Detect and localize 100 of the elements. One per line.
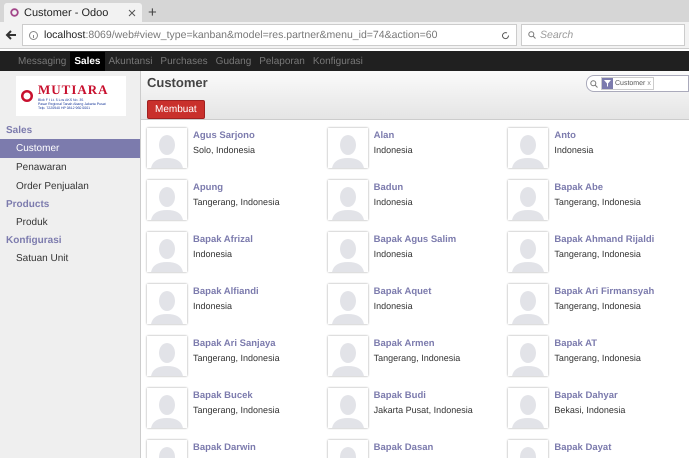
customer-name: Bapak Darwin (193, 442, 256, 453)
customer-location: Bekasi, Indonesia (554, 405, 626, 415)
customer-card[interactable]: Bapak Abe Tangerang, Indonesia (508, 180, 689, 220)
customer-name: Bapak Budi (374, 390, 427, 401)
avatar-silhouette-icon (147, 284, 187, 324)
page-title: Customer (147, 75, 208, 90)
avatar-silhouette-icon (147, 336, 187, 376)
customer-location: Indonesia (374, 249, 414, 259)
menu-item[interactable]: Akuntansi (104, 52, 156, 70)
customer-card[interactable]: Bapak Ahmand Rijaldi Tangerang, Indonesia (508, 232, 689, 272)
browser-tab[interactable]: Customer - Odoo (4, 3, 142, 22)
customer-card[interactable]: Agus Sarjono Solo, Indonesia (147, 128, 328, 168)
reload-icon[interactable] (501, 30, 510, 40)
customer-name: Bapak Alfiandi (193, 286, 259, 297)
customer-card[interactable]: Alan Indonesia (328, 128, 508, 168)
customer-location: Tangerang, Indonesia (193, 197, 280, 207)
customer-location: Tangerang, Indonesia (554, 249, 642, 259)
customer-name: Bapak Dasan (374, 442, 434, 453)
customer-location: Tangerang, Indonesia (374, 353, 460, 363)
customer-card[interactable]: Bapak Ari Sanjaya Tangerang, Indonesia (147, 336, 328, 376)
customer-location: Indonesia (374, 145, 413, 155)
customer-name: Bapak Dayat (554, 442, 612, 453)
customer-card[interactable]: Bapak Agus Salim Indonesia (328, 232, 508, 272)
avatar-silhouette-icon (147, 180, 187, 220)
avatar-silhouette-icon (508, 180, 548, 220)
customer-location: Jakarta Pusat, Indonesia (374, 405, 473, 415)
sidebar-item[interactable]: Order Penjualan (0, 177, 140, 196)
avatar-silhouette-icon (328, 388, 368, 428)
avatar-silhouette-icon (328, 336, 368, 376)
customer-location: Tangerang, Indonesia (554, 301, 642, 311)
customer-card[interactable]: Bapak Ari Firmansyah Tangerang, Indonesia (508, 284, 689, 324)
customer-location: Indonesia (374, 301, 414, 311)
logo-name: MUTIARA (38, 82, 109, 98)
customer-card[interactable]: Anto Indonesia (508, 128, 689, 168)
sidebar-heading: Sales (5, 124, 34, 138)
customer-location: Solo, Indonesia (193, 145, 256, 155)
avatar-silhouette-icon (508, 284, 548, 324)
sidebar-heading: Products (5, 198, 50, 212)
avatar-silhouette-icon (328, 180, 368, 220)
back-arrow-icon[interactable] (4, 28, 18, 42)
avatar-silhouette-icon (508, 336, 548, 376)
sidebar-item[interactable]: Customer (0, 139, 140, 158)
customer-name: Bapak Abe (554, 182, 604, 193)
customer-name: Bapak Afrizal (193, 234, 253, 245)
customer-card[interactable]: Bapak AT Tangerang, Indonesia (508, 336, 689, 376)
sidebar-item[interactable]: Satuan Unit (0, 249, 140, 268)
customer-card[interactable]: Bapak Alfiandi Indonesia (147, 284, 328, 324)
customer-card[interactable]: Bapak Aquet Indonesia (328, 284, 508, 324)
menu-item[interactable]: Pelaporan (255, 52, 309, 70)
menu-item[interactable]: Purchases (156, 52, 212, 70)
sidebar-heading: Konfigurasi (5, 234, 63, 248)
customer-location: Tangerang, Indonesia (193, 405, 280, 415)
sidebar-item[interactable]: Penawaran (0, 158, 140, 177)
address-field[interactable]: localhost:8069/web#view_type=kanban&model=res.partner&menu_id=74&action=60 (22, 24, 517, 46)
search-icon (528, 31, 536, 39)
sidebar-item[interactable]: Produk (0, 213, 140, 232)
avatar-silhouette-icon (147, 388, 187, 428)
customer-name: Bapak AT (554, 338, 598, 349)
tab-title: Customer - Odoo (24, 6, 110, 18)
customer-card[interactable]: Bapak Bucek Tangerang, Indonesia (147, 388, 328, 428)
customer-name: Bapak Ari Sanjaya (193, 338, 277, 349)
avatar-silhouette-icon (508, 128, 548, 168)
customer-name: Bapak Armen (374, 338, 436, 349)
search-icon (590, 80, 598, 88)
customer-name: Anto (554, 130, 577, 141)
close-icon[interactable] (128, 8, 136, 16)
customer-name: Alan (374, 130, 396, 141)
avatar-silhouette-icon (328, 232, 368, 272)
customer-card[interactable]: Bapak Dahyar Bekasi, Indonesia (508, 388, 689, 428)
customer-name: Bapak Aquet (374, 286, 432, 297)
url-text: localhost:8069/web#view_type=kanban&model=res.partner&menu_id=74&action=60 (44, 29, 438, 41)
customer-card[interactable]: Bapak Dayat (508, 440, 689, 458)
avatar-silhouette-icon (508, 232, 548, 272)
customer-card[interactable]: Apung Tangerang, Indonesia (147, 180, 328, 220)
customer-card[interactable]: Bapak Armen Tangerang, Indonesia (328, 336, 508, 376)
customer-name: Apung (193, 182, 224, 193)
info-icon (29, 30, 38, 40)
avatar-silhouette-icon (328, 284, 368, 324)
customer-name: Bapak Agus Salim (374, 234, 456, 245)
customer-card[interactable]: Bapak Budi Jakarta Pusat, Indonesia (328, 388, 508, 428)
customer-location: Tangerang, Indonesia (193, 353, 280, 363)
customer-card[interactable]: Bapak Dasan (328, 440, 508, 458)
menu-item[interactable]: Gudang (212, 52, 256, 70)
customer-card[interactable]: Badun Indonesia (328, 180, 508, 220)
new-tab-button[interactable]: + (148, 3, 157, 22)
customer-name: Bapak Bucek (193, 390, 254, 401)
customer-name: Bapak Ahmand Rijaldi (554, 234, 654, 245)
customer-location: Indonesia (193, 249, 234, 259)
customer-card[interactable]: Bapak Darwin (147, 440, 328, 458)
customer-name: Agus Sarjono (193, 130, 256, 141)
create-button[interactable]: Membuat (147, 100, 205, 119)
customer-card[interactable]: Bapak Afrizal Indonesia (147, 232, 328, 272)
avatar-silhouette-icon (147, 232, 187, 272)
avatar-silhouette-icon (328, 128, 368, 168)
menu-item[interactable]: Messaging (14, 52, 70, 70)
customer-location: Tangerang, Indonesia (554, 197, 641, 207)
avatar-silhouette-icon (508, 388, 548, 428)
menu-item[interactable]: Sales (70, 52, 104, 70)
menu-item[interactable]: Konfigurasi (308, 52, 367, 70)
customer-location: Indonesia (374, 197, 413, 207)
